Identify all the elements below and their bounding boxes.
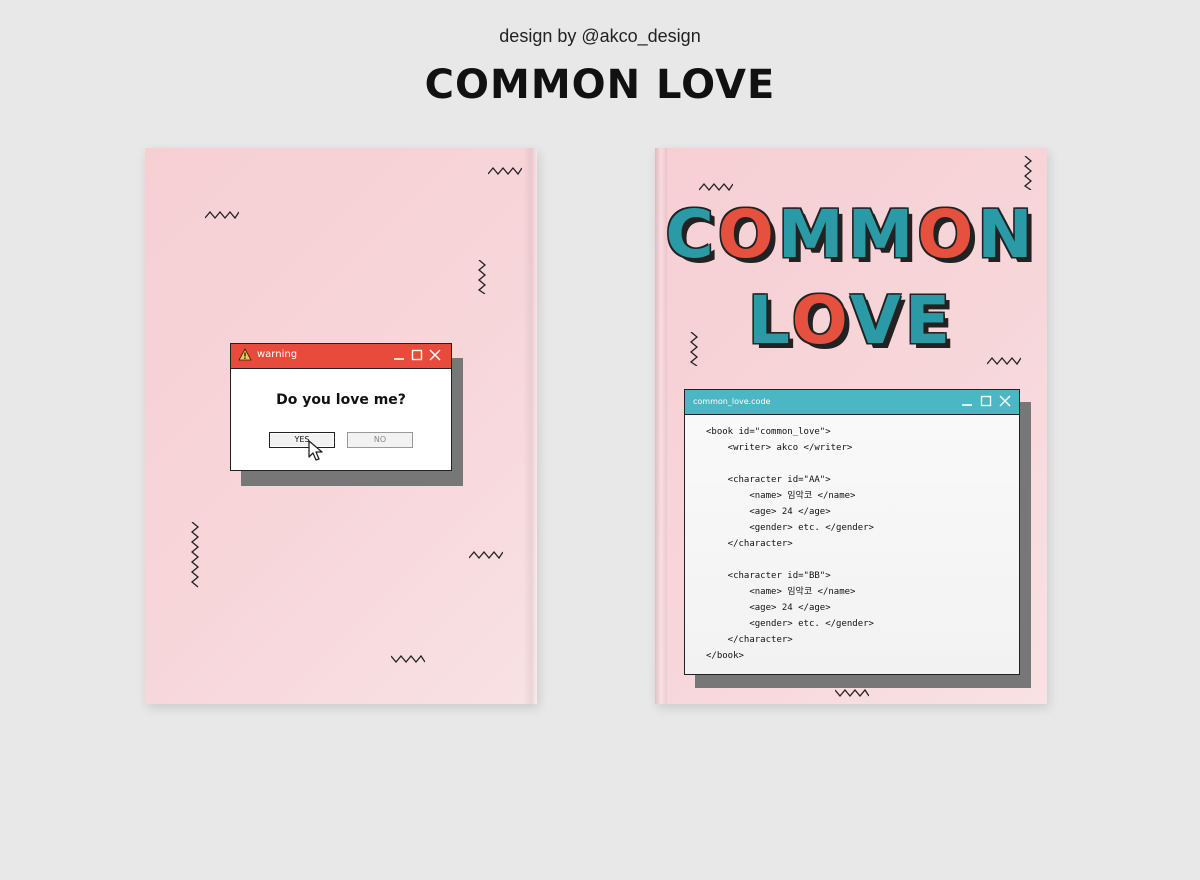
cover-letter: M bbox=[847, 196, 918, 273]
zigzag-decoration bbox=[488, 166, 522, 176]
dialog-title-bar: warning bbox=[231, 344, 451, 369]
code-line: <writer> akco </writer> bbox=[706, 443, 853, 453]
code-window-title: common_love.code bbox=[693, 397, 771, 406]
code-line: <name> 임악코 </name> bbox=[706, 587, 856, 597]
warning-dialog: warning Do you love me? YES NO bbox=[230, 343, 452, 471]
zigzag-decoration bbox=[391, 654, 425, 664]
code-line: <name> 임악코 </name> bbox=[706, 491, 856, 501]
zigzag-decoration bbox=[205, 210, 239, 220]
zigzag-decoration bbox=[469, 550, 503, 560]
cover-letter: V bbox=[849, 282, 906, 359]
close-icon[interactable] bbox=[429, 349, 441, 361]
code-line: <gender> etc. </gender> bbox=[706, 523, 874, 533]
code-line: </character> bbox=[706, 635, 793, 645]
close-icon[interactable] bbox=[999, 395, 1011, 407]
cover-letter: O bbox=[917, 196, 978, 273]
code-line: <character id="AA"> bbox=[706, 475, 831, 485]
cover-letter: O bbox=[791, 282, 850, 359]
code-line: <character id="BB"> bbox=[706, 571, 831, 581]
zigzag-decoration bbox=[477, 260, 487, 294]
cover-letter: C bbox=[665, 196, 718, 273]
page-title: COMMON LOVE bbox=[424, 62, 776, 108]
cover-letter: L bbox=[747, 282, 792, 359]
warning-icon bbox=[238, 348, 252, 361]
zigzag-decoration bbox=[1023, 156, 1033, 190]
code-line: <book id="common_love"> bbox=[706, 427, 831, 437]
code-line: <age> 24 </age> bbox=[706, 603, 831, 613]
dialog-title: warning bbox=[257, 349, 298, 360]
code-line: <gender> etc. </gender> bbox=[706, 619, 874, 629]
zigzag-decoration bbox=[699, 182, 733, 192]
minimize-icon[interactable] bbox=[393, 349, 405, 361]
code-line: </book> bbox=[706, 651, 744, 661]
cover-letter: M bbox=[777, 196, 848, 273]
zigzag-decoration bbox=[190, 522, 200, 588]
cover-title-line-1: COMMON bbox=[655, 196, 1047, 273]
design-credit: design by @akco_design bbox=[499, 26, 701, 46]
code-content: <book id="common_love"> <writer> akco </… bbox=[706, 424, 874, 664]
cover-letter: O bbox=[717, 196, 778, 273]
cover-letter: E bbox=[905, 282, 955, 359]
zigzag-decoration bbox=[835, 688, 869, 698]
code-line: </character> bbox=[706, 539, 793, 549]
maximize-icon[interactable] bbox=[980, 395, 992, 407]
dialog-question: Do you love me? bbox=[276, 392, 406, 408]
maximize-icon[interactable] bbox=[411, 349, 423, 361]
cover-title-line-2: LOVE bbox=[655, 282, 1047, 359]
front-cover: COMMON LOVE common_love.code <book id="c… bbox=[655, 148, 1047, 704]
no-button[interactable]: NO bbox=[347, 432, 413, 448]
hand-cursor-icon bbox=[308, 440, 323, 461]
code-line: <age> 24 </age> bbox=[706, 507, 831, 517]
code-window: common_love.code <book id="common_love">… bbox=[684, 389, 1020, 675]
cover-letter: N bbox=[977, 196, 1037, 273]
code-window-title-bar: common_love.code bbox=[685, 390, 1019, 415]
minimize-icon[interactable] bbox=[961, 395, 973, 407]
back-cover: warning Do you love me? YES NO bbox=[145, 148, 537, 704]
